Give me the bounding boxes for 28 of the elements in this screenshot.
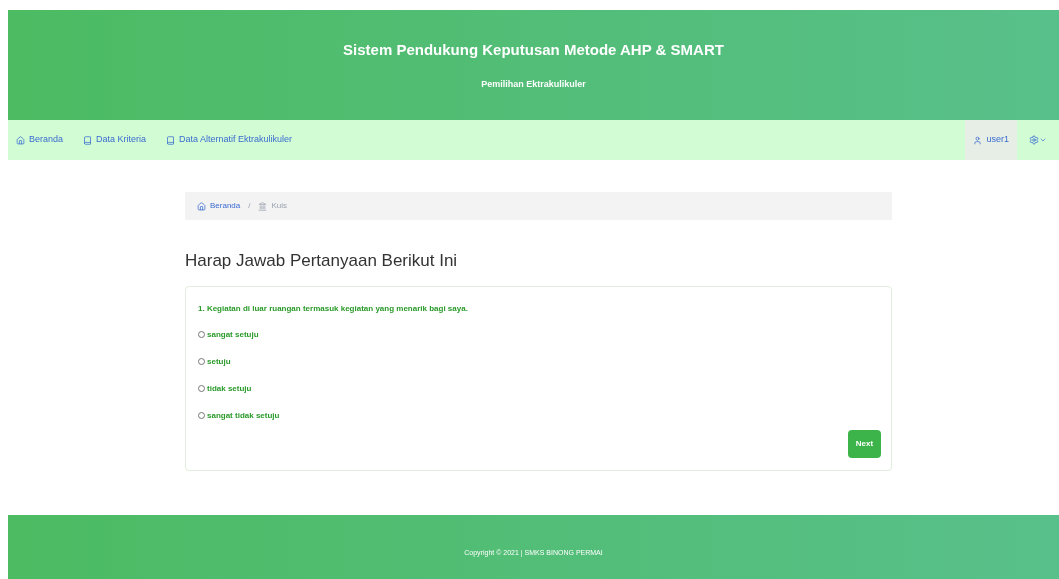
building-icon bbox=[258, 201, 268, 211]
next-button[interactable]: Next bbox=[848, 429, 881, 458]
book-icon bbox=[166, 135, 176, 145]
nav-link[interactable]: Beranda bbox=[16, 133, 64, 147]
book-icon bbox=[83, 135, 93, 145]
page-heading: Harap Jawab Pertanyaan Berikut Ini bbox=[185, 250, 458, 272]
user-link[interactable]: user1 bbox=[965, 120, 1017, 160]
breadcrumb-current: Kuis bbox=[258, 200, 288, 212]
radio-button[interactable] bbox=[198, 412, 205, 419]
answer-option[interactable]: tidak setuju bbox=[198, 382, 252, 395]
app-title: Sistem Pendukung Keputusan Metode AHP & SMART bbox=[343, 40, 724, 60]
settings-icon bbox=[1029, 135, 1039, 145]
answer-option[interactable]: sangat setuju bbox=[198, 328, 259, 341]
caret-icon bbox=[1039, 136, 1047, 144]
user-icon bbox=[973, 135, 983, 145]
app-subtitle: Pemilihan Ektrakulikuler bbox=[481, 77, 586, 91]
nav-link[interactable]: Data Kriteria bbox=[83, 133, 147, 147]
answer-option[interactable]: setuju bbox=[198, 355, 231, 368]
radio-button[interactable] bbox=[198, 331, 205, 338]
home-icon bbox=[16, 135, 25, 145]
nav-link[interactable]: Data Alternatif Ektrakulikuler bbox=[166, 133, 293, 147]
radio-button[interactable] bbox=[198, 385, 205, 392]
breadcrumb-link[interactable]: Beranda bbox=[197, 200, 241, 212]
answer-option[interactable]: sangat tidak setuju bbox=[198, 409, 280, 422]
breadcrumb-separator: / bbox=[248, 200, 251, 212]
home-icon bbox=[197, 201, 206, 211]
question-text: 1. Kegiatan di luar ruangan termasuk kegiatan yang menarik bagi saya. bbox=[198, 302, 468, 315]
radio-button[interactable] bbox=[198, 358, 205, 365]
